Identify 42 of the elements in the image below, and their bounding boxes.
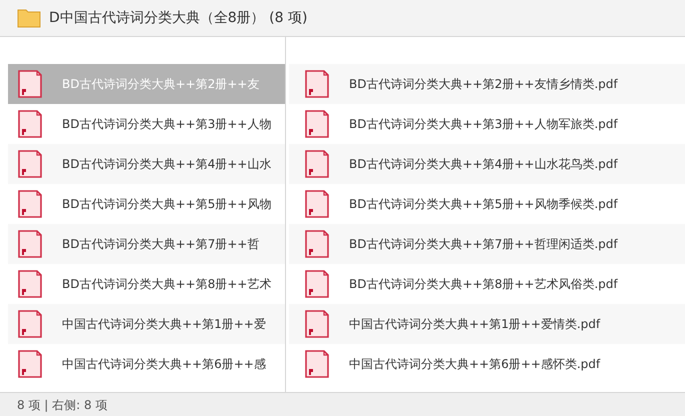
file-name: BD古代诗词分类大典++第3册++人物 bbox=[62, 116, 272, 133]
status-text: 8 项 | 右侧: 8 项 bbox=[17, 396, 108, 414]
file-name: 中国古代诗词分类大典++第1册++爱 bbox=[62, 316, 266, 333]
file-row[interactable]: BD古代诗词分类大典++第7册++哲理闲适类.pdf bbox=[289, 224, 685, 264]
pdf-file-icon bbox=[18, 190, 42, 218]
pdf-file-icon bbox=[305, 150, 329, 178]
file-name: 中国古代诗词分类大典++第6册++感 bbox=[62, 356, 266, 373]
file-name: BD古代诗词分类大典++第5册++风物 bbox=[62, 196, 272, 213]
pdf-file-icon bbox=[305, 230, 329, 258]
file-row[interactable]: 中国古代诗词分类大典++第1册++爱 bbox=[8, 304, 285, 344]
pdf-file-icon bbox=[18, 350, 42, 378]
file-name: BD古代诗词分类大典++第2册++友情乡情类.pdf bbox=[349, 76, 618, 93]
pdf-file-icon bbox=[305, 310, 329, 338]
file-name: BD古代诗词分类大典++第8册++艺术 bbox=[62, 276, 272, 293]
pdf-file-icon bbox=[18, 230, 42, 258]
pdf-file-icon bbox=[18, 310, 42, 338]
file-row[interactable]: 中国古代诗词分类大典++第1册++爱情类.pdf bbox=[289, 304, 685, 344]
file-name: 中国古代诗词分类大典++第1册++爱情类.pdf bbox=[349, 316, 600, 333]
pdf-file-icon bbox=[305, 110, 329, 138]
pdf-file-icon bbox=[305, 350, 329, 378]
file-row[interactable]: BD古代诗词分类大典++第4册++山水花鸟类.pdf bbox=[289, 144, 685, 184]
file-row[interactable]: BD古代诗词分类大典++第7册++哲 bbox=[8, 224, 285, 264]
file-name: BD古代诗词分类大典++第7册++哲 bbox=[62, 236, 260, 253]
file-row[interactable]: BD古代诗词分类大典++第2册++友情乡情类.pdf bbox=[289, 64, 685, 104]
file-row[interactable]: BD古代诗词分类大典++第4册++山水 bbox=[8, 144, 285, 184]
pdf-file-icon bbox=[18, 110, 42, 138]
file-name: BD古代诗词分类大典++第4册++山水花鸟类.pdf bbox=[349, 156, 618, 173]
folder-icon bbox=[17, 8, 41, 28]
file-name: BD古代诗词分类大典++第3册++人物军旅类.pdf bbox=[349, 116, 618, 133]
pdf-file-icon bbox=[18, 150, 42, 178]
pdf-file-icon bbox=[305, 270, 329, 298]
window-title: D中国古代诗词分类大典（全8册） (8 项) bbox=[49, 8, 308, 28]
file-name: BD古代诗词分类大典++第8册++艺术风俗类.pdf bbox=[349, 276, 618, 293]
pdf-file-icon bbox=[305, 70, 329, 98]
pdf-file-icon bbox=[18, 270, 42, 298]
file-name: BD古代诗词分类大典++第2册++友 bbox=[62, 76, 260, 93]
file-name: BD古代诗词分类大典++第4册++山水 bbox=[62, 156, 272, 173]
file-name: BD古代诗词分类大典++第7册++哲理闲适类.pdf bbox=[349, 236, 618, 253]
file-name: BD古代诗词分类大典++第5册++风物季候类.pdf bbox=[349, 196, 618, 213]
pdf-file-icon bbox=[305, 190, 329, 218]
file-name: 中国古代诗词分类大典++第6册++感怀类.pdf bbox=[349, 356, 600, 373]
pdf-file-icon bbox=[18, 70, 42, 98]
